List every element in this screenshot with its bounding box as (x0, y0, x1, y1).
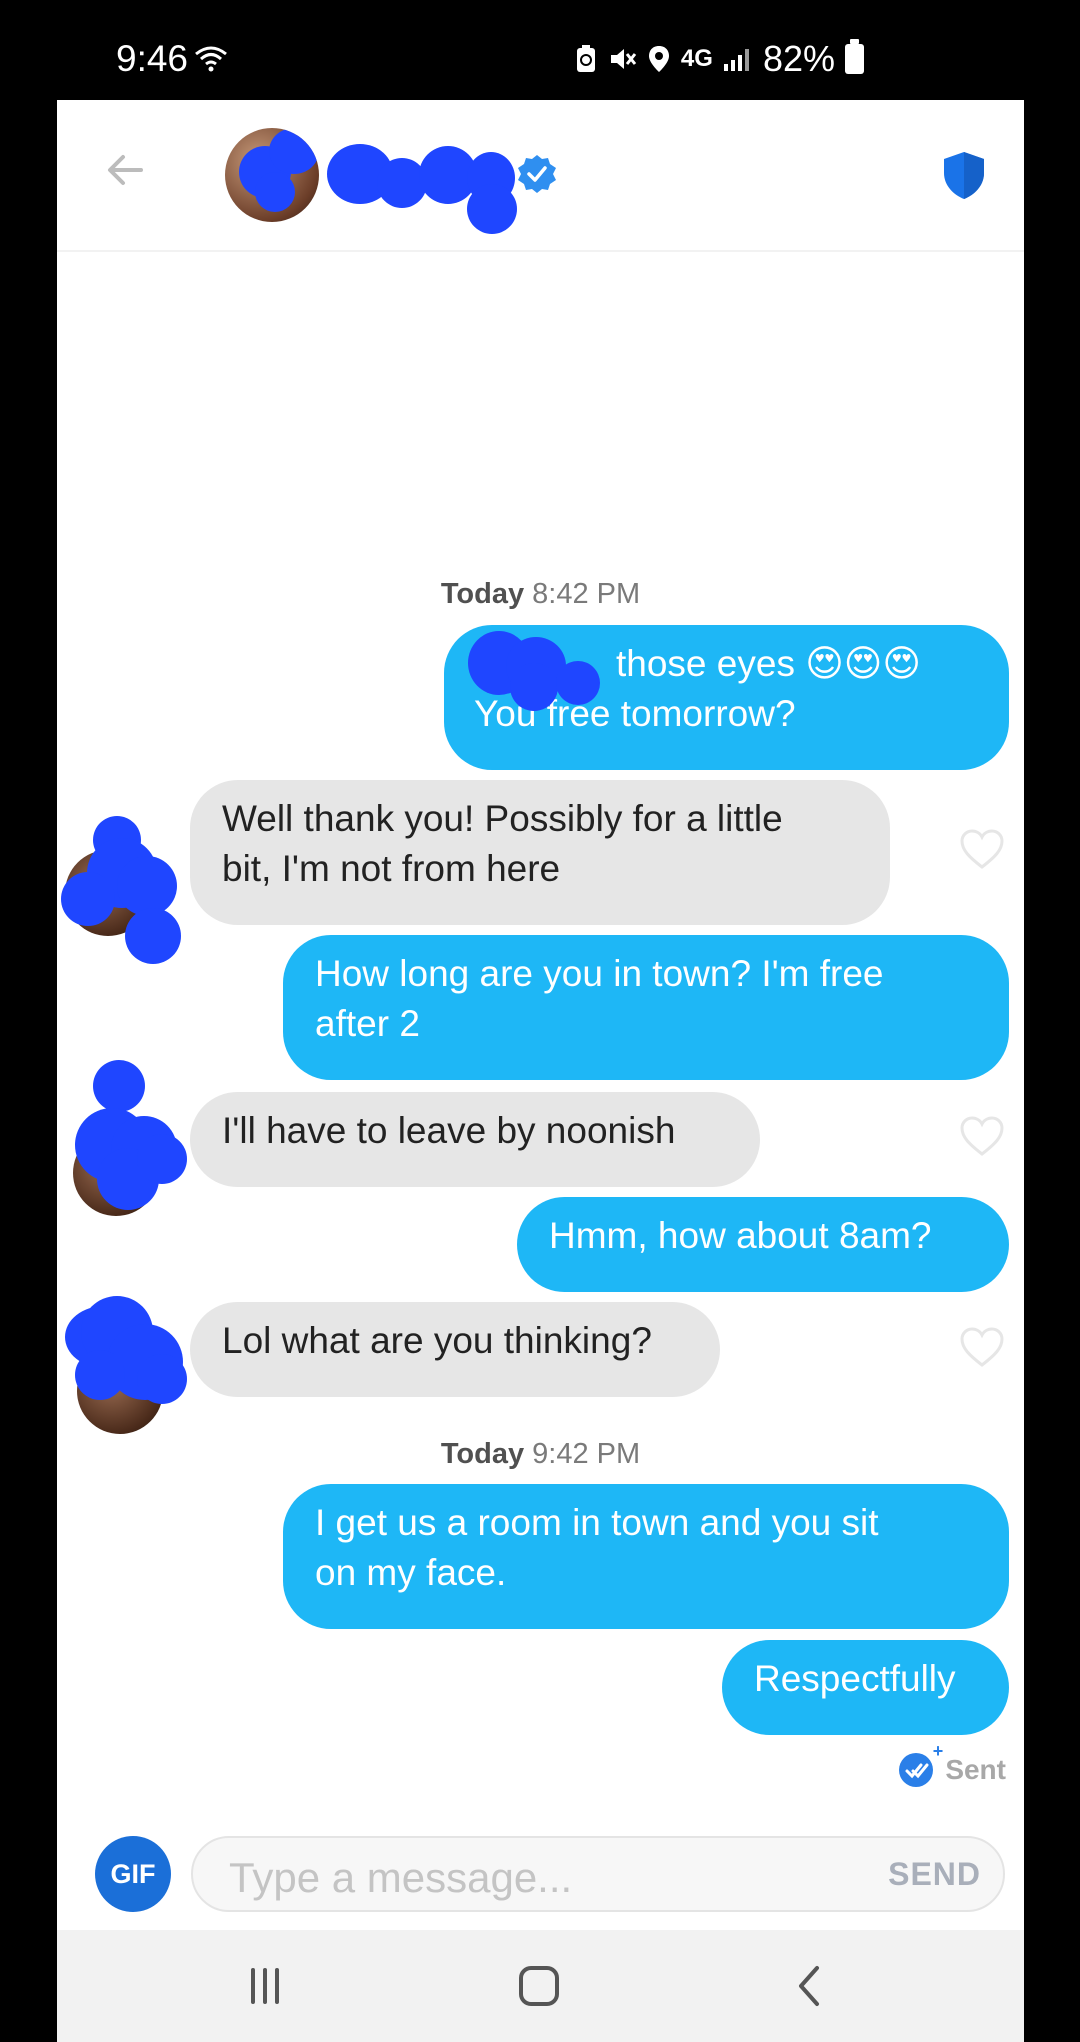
message-outgoing[interactable]: Hmm, how about 8am? (517, 1197, 1009, 1292)
mute-icon (610, 49, 637, 69)
gif-button[interactable]: GIF (95, 1836, 171, 1912)
signal-icon (723, 49, 749, 71)
location-icon (648, 46, 669, 72)
system-nav-bar (57, 1930, 1024, 2042)
message-line: I get us a room in town and you sit (315, 1502, 879, 1543)
message-line: after 2 (315, 1003, 420, 1044)
message-line: on my face. (315, 1552, 507, 1593)
battery-percent: 82% (762, 38, 835, 79)
timestamp: Today 9:42 PM (440, 1438, 641, 1470)
message-line: Well thank you! Possibly for a little (222, 798, 783, 839)
status-time: 9:46 (116, 38, 189, 79)
message-incoming[interactable]: Well thank you! Possibly for a little bi… (190, 780, 890, 925)
battery-saver-icon (576, 45, 595, 72)
home-icon[interactable] (509, 1958, 569, 2014)
chat-header (57, 100, 1024, 252)
timestamp: Today 8:42 PM (440, 578, 641, 610)
back-icon[interactable] (779, 1958, 839, 2014)
message-line: Respectfully (754, 1658, 956, 1699)
send-button[interactable]: SEND (888, 1856, 981, 1893)
like-heart-icon[interactable] (959, 1326, 1005, 1368)
message-incoming[interactable]: I'll have to leave by noonish (190, 1092, 760, 1187)
arrow-left-icon[interactable] (105, 150, 145, 190)
message-outgoing[interactable]: Respectfully (722, 1640, 1009, 1735)
network-type: 4G (680, 45, 713, 72)
message-line: Lol what are you thinking? (222, 1320, 652, 1361)
like-heart-icon[interactable] (959, 1115, 1005, 1157)
recent-apps-icon[interactable] (235, 1958, 295, 2014)
message-line: Hmm, how about 8am? (549, 1215, 932, 1256)
message-line: How long are you in town? I'm free (315, 953, 884, 994)
status-right-group: 4G 82% (575, 38, 864, 80)
chat-screen: Today 8:42 PM those eyes 😍😍😍 You free to… (57, 100, 1024, 2042)
sent-status: + Sent (899, 1741, 1006, 1787)
status-bar: 9:46 4G 82% (0, 0, 1080, 100)
message-input[interactable]: Type a message... SEND (191, 1836, 1005, 1912)
battery-icon (845, 39, 864, 74)
shield-icon[interactable] (940, 150, 988, 200)
verified-badge-icon (518, 155, 556, 193)
message-outgoing[interactable]: I get us a room in town and you sit on m… (283, 1484, 1009, 1629)
wifi-icon (195, 46, 227, 72)
message-outgoing[interactable]: How long are you in town? I'm free after… (283, 935, 1009, 1080)
message-line: I'll have to leave by noonish (222, 1110, 676, 1151)
message-line: bit, I'm not from here (222, 848, 561, 889)
match-avatar[interactable] (225, 128, 319, 222)
message-input-placeholder: Type a message... (229, 1854, 573, 1901)
like-heart-icon[interactable] (959, 828, 1005, 870)
message-outgoing[interactable]: those eyes 😍😍😍 You free tomorrow? (444, 625, 1009, 770)
message-incoming[interactable]: Lol what are you thinking? (190, 1302, 720, 1397)
read-receipt-icon: + (899, 1741, 943, 1787)
sent-label: Sent (945, 1754, 1006, 1785)
